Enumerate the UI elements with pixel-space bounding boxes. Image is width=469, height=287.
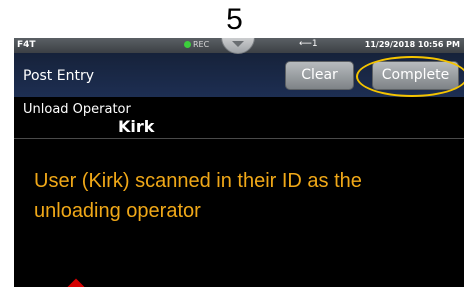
device-screen: F4T REC ⟵1 11/29/2018 10:56 PM Post Entr…	[14, 38, 464, 287]
rec-dot-icon	[184, 41, 191, 48]
unload-operator-field: Unload Operator Kirk	[14, 97, 464, 139]
rec-indicator: REC	[184, 40, 209, 49]
device-name: F4T	[17, 40, 36, 50]
status-datetime: 11/29/2018 10:56 PM	[364, 40, 460, 49]
page-header: Post Entry Clear Complete	[14, 53, 464, 97]
usb-icon: ⟵	[299, 39, 312, 49]
usb-indicator: ⟵1	[299, 39, 318, 49]
pointer-marker	[67, 278, 85, 287]
annotation-text: User (Kirk) scanned in their ID as the u…	[34, 170, 362, 222]
field-label: Unload Operator	[23, 102, 131, 117]
page-title: Post Entry	[23, 68, 94, 84]
rec-label: REC	[193, 40, 210, 49]
clear-button[interactable]: Clear	[285, 61, 354, 90]
complete-button[interactable]: Complete	[372, 61, 459, 90]
field-value: Kirk	[118, 117, 155, 136]
step-number: 5	[226, 3, 243, 36]
usb-count: 1	[311, 39, 318, 49]
chevron-down-icon	[232, 41, 244, 47]
